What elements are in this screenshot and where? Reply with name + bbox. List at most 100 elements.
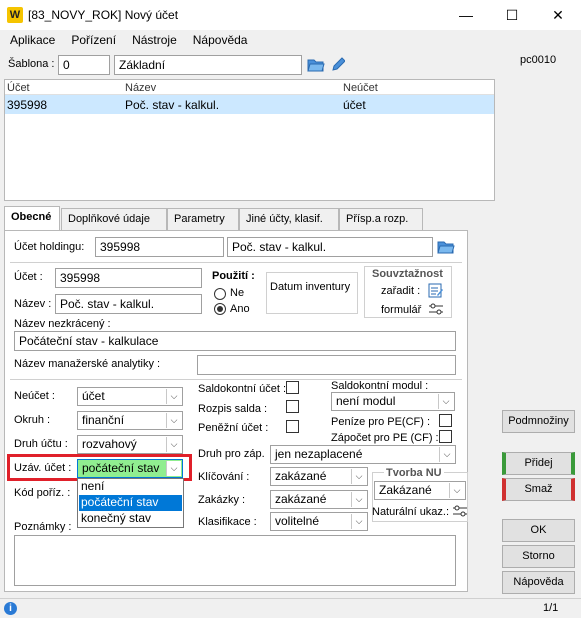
menu-porizeni[interactable]: Pořízení bbox=[63, 30, 124, 47]
column-header-neucet[interactable]: Neúčet bbox=[343, 82, 378, 94]
holding-input[interactable]: 395998 bbox=[95, 237, 224, 257]
nazev-input[interactable]: Poč. stav - kalkul. bbox=[55, 294, 202, 314]
druh-uctu-label: Druh účtu : bbox=[14, 438, 68, 450]
pouziti-ano-label: Ano bbox=[230, 303, 250, 315]
holding-folder-icon[interactable] bbox=[437, 239, 455, 258]
pouziti-label: Použití : bbox=[212, 270, 255, 282]
app-logo-icon: W bbox=[7, 7, 23, 23]
rozpis-salda-checkbox[interactable] bbox=[286, 400, 299, 413]
uzav-ucet-select[interactable]: počáteční stav ⌵ bbox=[77, 459, 183, 478]
settings-sliders-icon[interactable] bbox=[452, 505, 468, 520]
holding-label: Účet holdingu: bbox=[14, 241, 85, 253]
chevron-down-icon: ⌵ bbox=[438, 394, 453, 409]
ok-button[interactable]: OK bbox=[502, 519, 575, 542]
divider bbox=[10, 262, 462, 263]
uzav-ucet-dropdown: není počáteční stav konečný stav bbox=[77, 478, 184, 528]
title-bar: W [83_NOVY_ROK] Nový účet — ☐ ✕ bbox=[0, 0, 581, 30]
penize-pe-checkbox[interactable] bbox=[439, 414, 452, 427]
pridej-button[interactable]: Přidej bbox=[502, 452, 575, 475]
penezni-ucet-label: Peněžní účet : bbox=[198, 422, 269, 434]
page-indicator: 1/1 bbox=[543, 602, 559, 614]
okruh-select[interactable]: finanční ⌵ bbox=[77, 411, 183, 430]
klasifikace-select[interactable]: volitelné ⌵ bbox=[270, 512, 368, 531]
naturalni-ukaz-label: Naturální ukaz.: bbox=[372, 506, 450, 518]
dropdown-option[interactable]: konečný stav bbox=[79, 511, 182, 526]
pouziti-ano-radio[interactable] bbox=[214, 303, 226, 315]
formular-label: formulář bbox=[381, 304, 422, 316]
zakazky-label: Zakázky : bbox=[198, 494, 246, 506]
edit-list-icon[interactable] bbox=[428, 283, 444, 301]
zapocet-pe-label: Zápočet pro PE (CF) : bbox=[331, 432, 439, 444]
druh-pro-zap-value: jen nezaplacené bbox=[275, 447, 363, 461]
status-bar: i 1/1 bbox=[0, 598, 581, 618]
tvorba-nu-value: Zakázané bbox=[379, 483, 432, 497]
open-folder-icon[interactable] bbox=[307, 57, 325, 76]
podmnoziny-button[interactable]: Podmnožiny bbox=[502, 410, 575, 433]
menu-bar: Aplikace Pořízení Nástroje Nápověda bbox=[0, 30, 500, 50]
pouziti-ne-radio[interactable] bbox=[214, 288, 226, 300]
datum-group bbox=[266, 272, 358, 314]
tab-prisp-rozp[interactable]: Přísp.a rozp. bbox=[339, 208, 423, 230]
info-icon[interactable]: i bbox=[4, 602, 17, 615]
zakazky-select[interactable]: zakázané ⌵ bbox=[270, 490, 368, 509]
uzav-ucet-label: Uzáv. účet : bbox=[14, 462, 72, 474]
neucet-select[interactable]: účet ⌵ bbox=[77, 387, 183, 406]
saldokontni-modul-value: není modul bbox=[336, 394, 396, 408]
minimize-button[interactable]: — bbox=[443, 0, 489, 30]
penezni-ucet-checkbox[interactable] bbox=[286, 420, 299, 433]
saldokontni-ucet-label: Saldokontní účet : bbox=[198, 383, 287, 395]
menu-aplikace[interactable]: Aplikace bbox=[0, 30, 63, 47]
maximize-button[interactable]: ☐ bbox=[489, 0, 535, 30]
tab-obecne[interactable]: Obecné bbox=[4, 206, 60, 231]
ucet-input[interactable]: 395998 bbox=[55, 268, 202, 288]
smaz-button[interactable]: Smaž bbox=[502, 478, 575, 501]
napoveda-button[interactable]: Nápověda bbox=[502, 571, 575, 594]
user-code: pc0010 bbox=[520, 54, 557, 66]
saldokontni-modul-select[interactable]: není modul ⌵ bbox=[331, 392, 455, 411]
druh-uctu-select[interactable]: rozvahový ⌵ bbox=[77, 435, 183, 454]
druh-uctu-value: rozvahový bbox=[82, 437, 137, 451]
klicovani-select[interactable]: zakázané ⌵ bbox=[270, 467, 368, 486]
ucet-label: Účet : bbox=[14, 271, 43, 283]
penize-pe-label: Peníze pro PE(CF) : bbox=[331, 416, 431, 428]
neucet-value: účet bbox=[82, 389, 105, 403]
sablona-input[interactable]: 0 bbox=[58, 55, 110, 75]
chevron-down-icon: ⌵ bbox=[351, 469, 366, 484]
row-neucet: účet bbox=[343, 98, 366, 112]
chevron-down-icon: ⌵ bbox=[166, 413, 181, 428]
tab-doplnkove-udaje[interactable]: Doplňkové údaje bbox=[61, 208, 167, 230]
chevron-down-icon: ⌵ bbox=[166, 461, 181, 476]
poznamky-label: Poznámky : bbox=[14, 521, 72, 533]
saldokontni-ucet-checkbox[interactable] bbox=[286, 381, 299, 394]
manazerske-analytiky-input[interactable] bbox=[197, 355, 456, 375]
edit-pencil-icon[interactable] bbox=[331, 57, 346, 76]
tab-parametry[interactable]: Parametry bbox=[167, 208, 239, 230]
zapocet-pe-checkbox[interactable] bbox=[439, 430, 452, 443]
nazev-nezkraceny-input[interactable]: Počáteční stav - kalkulace bbox=[14, 331, 456, 351]
dropdown-option-selected[interactable]: počáteční stav bbox=[79, 495, 182, 511]
pouziti-ne-label: Ne bbox=[230, 287, 245, 299]
tvorba-nu-select[interactable]: Zakázané ⌵ bbox=[374, 481, 466, 500]
zakazky-value: zakázané bbox=[275, 492, 327, 506]
holding-name-field[interactable]: Poč. stav - kalkul. bbox=[227, 237, 433, 257]
chevron-down-icon: ⌵ bbox=[439, 447, 454, 462]
kod-porizeni-label: Kód poříz. : bbox=[14, 487, 71, 499]
menu-napoveda[interactable]: Nápověda bbox=[185, 30, 256, 47]
druh-pro-zap-select[interactable]: jen nezaplacené ⌵ bbox=[270, 445, 456, 464]
chevron-down-icon: ⌵ bbox=[351, 514, 366, 529]
settings-sliders-icon[interactable] bbox=[428, 303, 444, 318]
table-row[interactable]: 395998 Poč. stav - kalkul. účet bbox=[5, 95, 494, 114]
saldokontni-modul-label: Saldokontní modul : bbox=[331, 380, 429, 392]
dropdown-option[interactable]: není bbox=[79, 479, 182, 494]
tab-jine-ucty[interactable]: Jiné účty, klasif. bbox=[239, 208, 339, 230]
column-header-nazev[interactable]: Název bbox=[125, 82, 156, 94]
poznamky-textarea[interactable] bbox=[14, 535, 456, 586]
menu-nastroje[interactable]: Nástroje bbox=[124, 30, 185, 47]
column-header-ucet[interactable]: Účet bbox=[7, 82, 30, 94]
nazev-nezkraceny-label: Název nezkrácený : bbox=[14, 318, 111, 330]
neucet-label: Neúčet : bbox=[14, 390, 55, 402]
sablona-name-field[interactable]: Základní bbox=[114, 55, 302, 75]
uzav-ucet-value: počáteční stav bbox=[82, 461, 160, 475]
close-button[interactable]: ✕ bbox=[535, 0, 581, 30]
storno-button[interactable]: Storno bbox=[502, 545, 575, 568]
